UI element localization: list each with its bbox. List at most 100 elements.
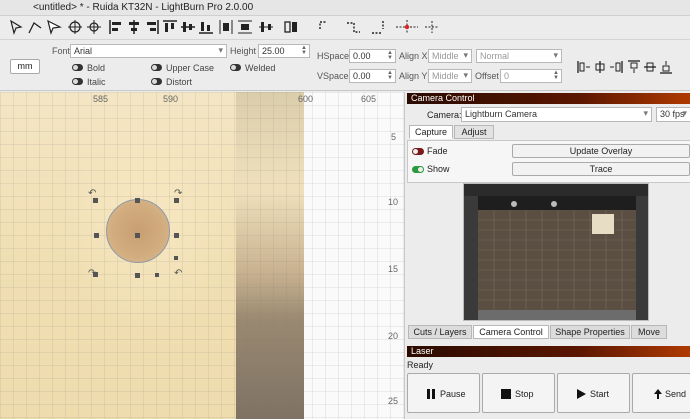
align-bottom-icon[interactable]: [198, 19, 214, 35]
upper-case-label: Upper Case: [166, 63, 215, 73]
camera-label: Camera:: [427, 110, 462, 120]
pause-label: Pause: [440, 389, 466, 399]
show-label: Show: [427, 164, 450, 174]
vspace-input[interactable]: 0.00 ▲ ▼: [349, 69, 396, 83]
text-align-right-icon[interactable]: [609, 59, 623, 75]
text-align-middle-icon[interactable]: [643, 59, 657, 75]
tab-adjust[interactable]: Adjust: [454, 125, 494, 139]
align-center-v-icon[interactable]: [180, 19, 196, 35]
send-button[interactable]: Send: [632, 373, 690, 413]
window-titlebar: <untitled> * - Ruida KT32N - LightBurn P…: [0, 0, 690, 16]
rotate-handle-icon[interactable]: ↶: [174, 268, 182, 279]
draw-lines-icon[interactable]: [27, 19, 43, 35]
hspace-spinner-icon[interactable]: ▲ ▼: [386, 50, 394, 61]
tab-camera-control[interactable]: Camera Control: [473, 325, 549, 339]
right-panel: Camera Control Camera: Lightburn Camera …: [404, 92, 690, 419]
camera-control-header: Camera Control: [407, 93, 690, 104]
nudge-up-icon[interactable]: [371, 19, 387, 35]
fps-select[interactable]: 30 fps: [656, 107, 690, 122]
offset-input[interactable]: 0 ▲ ▼: [500, 69, 562, 83]
camera-select[interactable]: Lightburn Camera: [461, 107, 652, 122]
workspace-grid: [0, 92, 404, 419]
crosshair-icon[interactable]: [86, 19, 102, 35]
distribute-h-icon[interactable]: [218, 19, 234, 35]
resize-handle[interactable]: [174, 233, 179, 238]
workspace-canvas[interactable]: 585 590 600 605 5 10 15 20 25 ↶ ↷ ↷ ↶: [0, 92, 404, 419]
font-label: Font: [52, 46, 71, 56]
nudge-right-icon[interactable]: [345, 19, 361, 35]
offset-spinner-icon[interactable]: ▲ ▼: [552, 70, 560, 81]
align-top-icon[interactable]: [162, 19, 178, 35]
vspace-label: VSpace: [317, 71, 349, 81]
nudge-down-icon[interactable]: [424, 19, 440, 35]
send-label: Send: [665, 389, 687, 399]
ruler-right-label: 10: [387, 197, 398, 207]
vspace-spinner-icon[interactable]: ▲ ▼: [386, 70, 394, 81]
play-icon: [577, 389, 586, 399]
fade-toggle[interactable]: [412, 148, 424, 155]
text-style-select[interactable]: Normal: [476, 49, 562, 63]
dock-icon[interactable]: [283, 19, 299, 35]
tab-capture[interactable]: Capture: [409, 125, 453, 139]
bold-toggle[interactable]: [72, 64, 83, 71]
trace-button[interactable]: Trace: [512, 162, 690, 176]
tab-cuts-layers[interactable]: Cuts / Layers: [408, 325, 472, 339]
align-center-h-icon[interactable]: [126, 19, 142, 35]
welded-toggle[interactable]: [230, 64, 241, 71]
resize-handle[interactable]: [155, 273, 159, 277]
distort-label: Distort: [166, 77, 193, 87]
vspace-input-value: 0.00: [353, 71, 371, 81]
hspace-input[interactable]: 0.00 ▲ ▼: [349, 49, 396, 63]
position-laser-icon[interactable]: [395, 19, 419, 35]
ruler-right-label: 5: [390, 132, 396, 142]
rotate-handle-icon[interactable]: ↶: [88, 188, 96, 199]
align-left-icon[interactable]: [108, 19, 124, 35]
text-align-left-icon[interactable]: [577, 59, 591, 75]
rotate-handle-icon[interactable]: ↷: [174, 188, 182, 199]
arrow-select-icon[interactable]: [8, 19, 24, 35]
resize-handle[interactable]: [135, 198, 140, 203]
align-y-select[interactable]: Middle: [428, 69, 472, 83]
resize-handle[interactable]: [94, 233, 99, 238]
hspace-label: HSpace: [317, 51, 350, 61]
camera-preview-image: [463, 183, 649, 321]
align-right-icon[interactable]: [144, 19, 160, 35]
resize-handle[interactable]: [135, 273, 140, 278]
update-overlay-button[interactable]: Update Overlay: [512, 144, 690, 158]
text-align-center-icon[interactable]: [593, 59, 607, 75]
center-handle[interactable]: [135, 233, 140, 238]
font-select[interactable]: Arial: [70, 44, 227, 58]
show-toggle[interactable]: [412, 166, 424, 173]
text-align-bottom-icon[interactable]: [659, 59, 673, 75]
tab-move[interactable]: Move: [631, 325, 667, 339]
pause-button[interactable]: Pause: [407, 373, 480, 413]
stop-label: Stop: [515, 389, 534, 399]
start-button[interactable]: Start: [557, 373, 630, 413]
text-align-top-icon[interactable]: [627, 59, 641, 75]
height-spinner-icon[interactable]: ▲ ▼: [300, 45, 308, 56]
resize-handle[interactable]: [174, 256, 178, 260]
hspace-input-value: 0.00: [353, 51, 371, 61]
italic-label: Italic: [87, 77, 106, 87]
camera-select-value: Lightburn Camera: [465, 109, 538, 119]
tab-shape-properties[interactable]: Shape Properties: [550, 325, 630, 339]
laser-status: Ready: [407, 360, 434, 370]
rotate-handle-icon[interactable]: ↷: [88, 268, 96, 279]
height-input[interactable]: 25.00 ▲ ▼: [258, 44, 310, 58]
upper-case-toggle[interactable]: [151, 64, 162, 71]
stop-icon: [501, 389, 511, 399]
italic-toggle[interactable]: [72, 78, 83, 85]
distort-toggle[interactable]: [151, 78, 162, 85]
edit-nodes-icon[interactable]: [46, 19, 62, 35]
target-icon[interactable]: [67, 19, 83, 35]
height-label: Height: [230, 46, 257, 56]
align-y-value: Middle: [432, 71, 459, 81]
unit-toggle-button[interactable]: mm: [10, 59, 40, 74]
move-together-icon[interactable]: [258, 19, 274, 35]
align-x-select[interactable]: Middle: [428, 49, 472, 63]
ruler-top-label: 605: [361, 94, 377, 104]
distribute-v-icon[interactable]: [237, 19, 253, 35]
stop-button[interactable]: Stop: [482, 373, 555, 413]
nudge-left-icon[interactable]: [318, 19, 334, 35]
selected-circle-shape[interactable]: [106, 199, 170, 263]
